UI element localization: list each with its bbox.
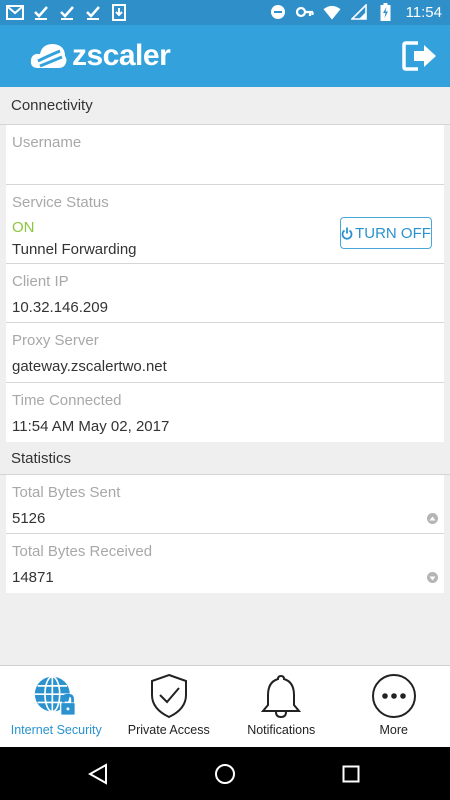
globe-lock-icon [33,673,79,719]
nav-private-access[interactable]: Private Access [113,666,226,748]
turn-off-button[interactable]: TURN OFF [340,217,432,249]
status-bar: 11:54 [0,0,450,25]
statistics-header: Statistics [0,442,450,475]
gmail-icon [6,3,24,21]
nav-more[interactable]: More [338,666,450,748]
shield-check-icon [146,673,192,719]
bytes-sent-card[interactable]: Total Bytes Sent 5126 [6,475,444,534]
bytes-received-label: Total Bytes Received [12,543,153,560]
back-icon[interactable] [88,763,108,785]
nav-label: More [379,723,408,737]
time-connected-label: Time Connected [12,392,122,409]
connectivity-header: Connectivity [0,87,450,125]
recents-icon[interactable] [342,765,360,783]
client-ip-card: Client IP 10.32.146.209 [6,264,444,323]
bytes-sent-label: Total Bytes Sent [12,484,121,501]
signal-icon [350,3,368,21]
app-bar: zscaler [0,25,450,87]
logo-text: zscaler [72,39,171,72]
system-status-icons: 11:54 [269,3,442,21]
client-ip-label: Client IP [12,273,69,290]
check-icon [32,3,50,21]
proxy-server-card: Proxy Server gateway.zscalertwo.net [6,323,444,383]
proxy-server-value: gateway.zscalertwo.net [12,358,167,375]
username-label: Username [12,134,82,151]
time-connected-value: 11:54 AM May 02, 2017 [12,418,170,435]
nav-internet-security[interactable]: Internet Security [0,666,113,748]
logout-button[interactable] [402,40,438,72]
time-connected-card: Time Connected 11:54 AM May 02, 2017 [6,383,444,442]
username-card: Username [6,125,444,185]
turn-off-label: TURN OFF [355,224,431,242]
client-ip-value: 10.32.146.209 [12,299,108,316]
zscaler-logo: zscaler [30,39,171,73]
download-icon [110,3,128,21]
proxy-server-label: Proxy Server [12,332,99,349]
bytes-received-card[interactable]: Total Bytes Received 14871 [6,534,444,593]
arrow-up-icon [427,513,438,524]
nav-label: Private Access [127,723,210,737]
arrow-down-icon [427,572,438,583]
notification-icons [6,3,128,21]
more-dots-icon [371,673,417,719]
zscaler-cloud-icon [30,44,67,68]
main-content: Connectivity Username Service Status ON … [0,87,450,593]
logout-icon [402,41,436,71]
nav-label: Notifications [247,723,316,737]
key-icon [295,3,314,21]
check-icon [58,3,76,21]
check-icon [84,3,102,21]
bytes-sent-value: 5126 [12,510,46,527]
bottom-navigation: Internet Security Private Access Notific… [0,665,450,747]
wifi-icon [323,3,341,21]
battery-charging-icon [377,3,395,21]
home-icon[interactable] [214,763,236,785]
system-navigation-bar [0,747,450,800]
service-status-card: Service Status ON Tunnel Forwarding TURN… [6,185,444,264]
clock: 11:54 [405,3,442,21]
do-not-disturb-icon [269,3,287,21]
power-icon [341,227,353,240]
bytes-received-value: 14871 [12,569,54,586]
service-status-label: Service Status [12,194,109,211]
nav-notifications[interactable]: Notifications [225,666,338,748]
bell-icon [258,673,304,719]
nav-label: Internet Security [10,723,102,737]
